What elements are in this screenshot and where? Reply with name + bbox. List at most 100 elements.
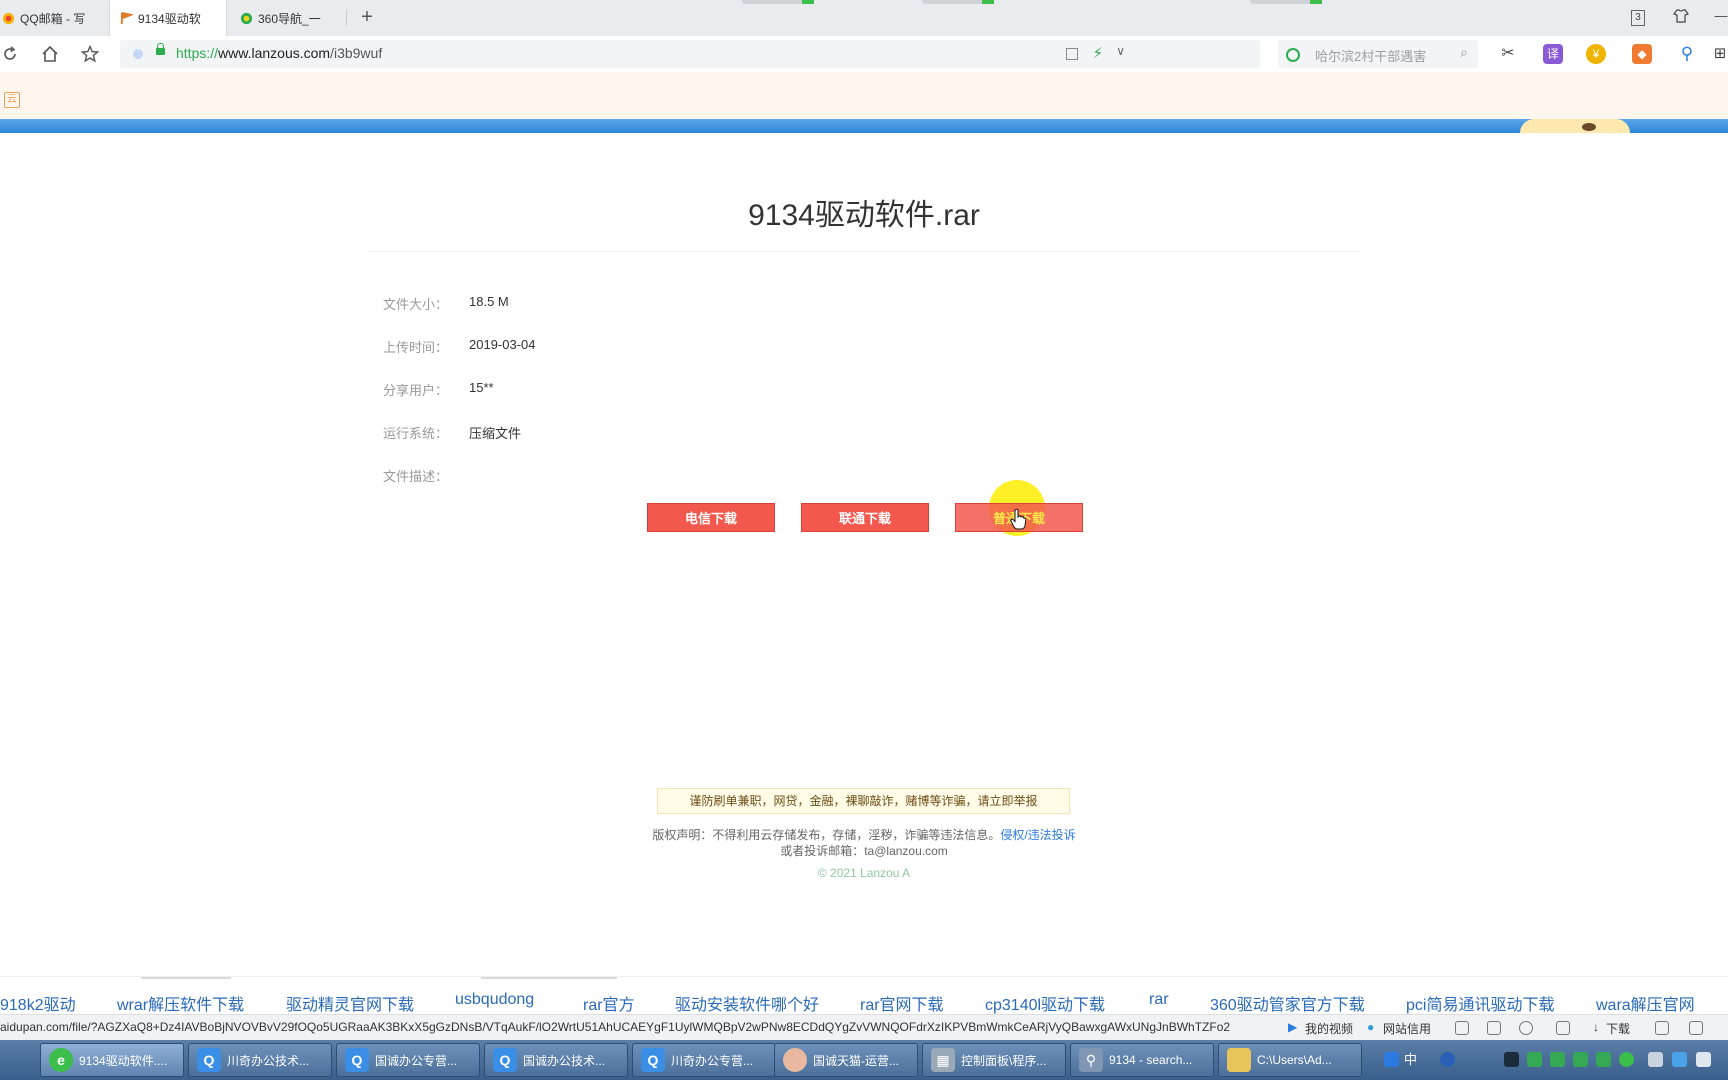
downloads-link[interactable]: 下载 [1606, 1020, 1630, 1037]
unicom-download-button[interactable]: 联通下载 [801, 503, 929, 532]
taskbar-item-chat[interactable]: Q 川奇办公技术... [188, 1043, 332, 1077]
360-nav-icon [240, 12, 253, 24]
site-notice-strip: 云 [0, 72, 1728, 119]
tab-qq-mail[interactable]: QQ邮箱 - 写 [0, 0, 102, 36]
url-protocol: https:// [176, 45, 219, 61]
usb-device-icon[interactable] [1504, 1052, 1519, 1067]
infringement-report-link[interactable]: 侵权/违法投诉 [1000, 828, 1075, 842]
taskbar-item-label: 国诚天猫-运营... [813, 1053, 899, 1068]
taskbar-item-explorer[interactable]: C:\Users\Ad... [1218, 1043, 1362, 1077]
screenshot-scissors-icon[interactable]: ✂ [1498, 44, 1518, 64]
security-shield-icon [133, 49, 143, 59]
download-arrow-icon[interactable]: ↓ [1593, 1020, 1599, 1034]
find-magnifier-icon[interactable]: ⚲ [1677, 44, 1697, 64]
ime-mode-label[interactable]: 中 [1404, 1052, 1419, 1067]
video-play-icon[interactable]: ▶ [1288, 1020, 1297, 1034]
print-icon[interactable] [1655, 1021, 1669, 1035]
input-method-icon[interactable] [1384, 1052, 1399, 1067]
notification-icon[interactable] [1696, 1052, 1711, 1067]
file-title: 9134驱动软件.rar [748, 199, 980, 232]
my-video-link[interactable]: 我的视频 [1305, 1020, 1353, 1037]
chat-tray-icon[interactable] [1550, 1052, 1565, 1067]
minimize-icon[interactable]: — [1711, 8, 1728, 23]
taskbar-item-label: 9134驱动软件.... [79, 1053, 168, 1068]
info-value: 18.5 M [469, 294, 509, 309]
related-search-link[interactable]: wrar解压软件下载 [117, 991, 244, 1015]
bookmark-star-icon[interactable] [80, 44, 100, 64]
reload-icon[interactable] [0, 44, 20, 64]
image-icon[interactable] [1487, 1021, 1501, 1035]
header-blue-bar [0, 119, 1728, 133]
taskbar-item-chat[interactable]: Q 国诚办公技术... [484, 1043, 628, 1077]
coupon-shield-icon[interactable]: ¥ [1586, 44, 1606, 64]
security-shield-icon[interactable] [1455, 1021, 1469, 1035]
related-search-link[interactable]: rar官网下载 [860, 991, 944, 1015]
url-text[interactable]: https://www.lanzous.com/i3b9wuf [176, 45, 382, 61]
related-search-link[interactable]: cp3140l驱动下载 [985, 991, 1105, 1015]
security-360-icon[interactable] [1619, 1052, 1634, 1067]
tab-360-nav[interactable]: 360导航_一 [240, 0, 340, 36]
taskbar-item-control-panel[interactable]: ▦ 控制面板\程序... [922, 1043, 1066, 1077]
rocket-icon[interactable] [1556, 1021, 1570, 1035]
search-icon[interactable]: ⌕ [1460, 44, 1468, 61]
search-box[interactable]: 哈尔滨2村干部遇害 ⌕ [1278, 40, 1478, 68]
copyright-year: © 2021 Lanzou A [817, 866, 911, 880]
fraud-warning-banner: 谨防刷单兼职，网贷，金融，裸聊敲诈，赌博等诈骗，请立即举报 [657, 788, 1070, 814]
taskbar-item-browser[interactable]: e 9134驱动软件.... [40, 1043, 184, 1077]
network-icon[interactable] [1672, 1052, 1687, 1067]
related-search-link[interactable]: rar [1149, 991, 1169, 1009]
info-label: 分享用户： [383, 383, 449, 398]
apps-grid-icon[interactable]: ⊞ [1710, 44, 1728, 64]
chat-tray-icon[interactable] [1596, 1052, 1611, 1067]
browser-360-icon: e [49, 1048, 73, 1072]
qr-code-icon[interactable] [1066, 48, 1078, 60]
search-engine-logo-icon[interactable] [1286, 48, 1300, 62]
info-label: 文件大小： [383, 297, 449, 312]
related-search-link[interactable]: rar官方 [583, 991, 635, 1015]
address-bar[interactable]: https://www.lanzous.com/i3b9wuf ⚡ ∨ [120, 40, 1260, 68]
window-count-badge[interactable]: 3 [1631, 10, 1645, 26]
taskbar-item-chat[interactable]: Q 川奇办公专营... [632, 1043, 776, 1077]
chevron-down-icon[interactable]: ∨ [1116, 44, 1125, 58]
related-search-link[interactable]: wara解压官网 [1596, 991, 1695, 1015]
copyright-text: 版权声明：不得利用云存储发布，存储，淫秽，诈骗等违法信息。 [652, 828, 1001, 842]
chat-app-icon: Q [641, 1048, 665, 1072]
speed-gauge-icon[interactable] [1519, 1021, 1533, 1035]
taskbar-item-search[interactable]: ⚲ 9134 - search... [1070, 1043, 1214, 1077]
taskbar-item-label: 国诚办公技术... [523, 1053, 606, 1068]
related-search-link[interactable]: 360驱动管家官方下载 [1210, 991, 1365, 1015]
report-email: 或者投诉邮箱：ta@lanzou.com [780, 844, 948, 858]
search-placeholder: 哈尔滨2村干部遇害 [1315, 49, 1427, 64]
windows-taskbar: e 9134驱动软件.... Q 川奇办公技术... Q 国诚办公专营... Q… [0, 1040, 1728, 1080]
taskbar-item-chat[interactable]: Q 国诚办公专营... [336, 1043, 480, 1077]
skin-shirt-icon[interactable] [1671, 8, 1691, 27]
home-icon[interactable] [40, 44, 60, 64]
new-tab-button[interactable]: + [356, 6, 378, 28]
related-search-link[interactable]: pci简易通讯驱动下载 [1406, 991, 1554, 1015]
status-link-url: aidupan.com/file/?AGZXaQ8+Dz4IAVBoBjNVOV… [0, 1020, 1231, 1034]
help-icon[interactable] [1440, 1052, 1455, 1067]
tab-lanzou-file[interactable]: 9134驱动软 [109, 0, 227, 36]
taskbar-item-chat-user[interactable]: 国诚天猫-运营... [774, 1043, 918, 1077]
game-controller-icon[interactable]: ◆ [1632, 44, 1652, 64]
related-search-link[interactable]: 驱动精灵官网下载 [286, 991, 414, 1015]
volume-icon[interactable] [1648, 1052, 1663, 1067]
translate-icon[interactable]: 译 [1543, 44, 1563, 64]
sidebar-toggle-icon[interactable] [1689, 1021, 1703, 1035]
related-search-link[interactable]: usbqudong [455, 991, 534, 1009]
lanzou-cloud-icon[interactable]: 云 [4, 92, 20, 108]
info-label: 上传时间： [383, 340, 449, 355]
browser-tab-strip: QQ邮箱 - 写 9134驱动软 360导航_一 + 3 — [0, 0, 1728, 37]
chat-tray-icon[interactable] [1527, 1052, 1542, 1067]
speed-mode-icon[interactable]: ⚡ [1092, 44, 1103, 62]
url-host: www.lanzous.com [218, 45, 331, 61]
taskbar-item-label: 控制面板\程序... [961, 1053, 1047, 1068]
telecom-download-button[interactable]: 电信下载 [647, 503, 775, 532]
navigation-bar: https://www.lanzous.com/i3b9wuf ⚡ ∨ 哈尔滨2… [0, 36, 1728, 73]
lanzou-flag-icon [120, 11, 133, 24]
tab-divider [346, 10, 347, 26]
chat-tray-icon[interactable] [1573, 1052, 1588, 1067]
related-search-link[interactable]: 驱动安装软件哪个好 [675, 991, 819, 1015]
site-credit-link[interactable]: 网站信用 [1383, 1020, 1431, 1037]
related-search-link[interactable]: 918k2驱动 [0, 991, 76, 1015]
